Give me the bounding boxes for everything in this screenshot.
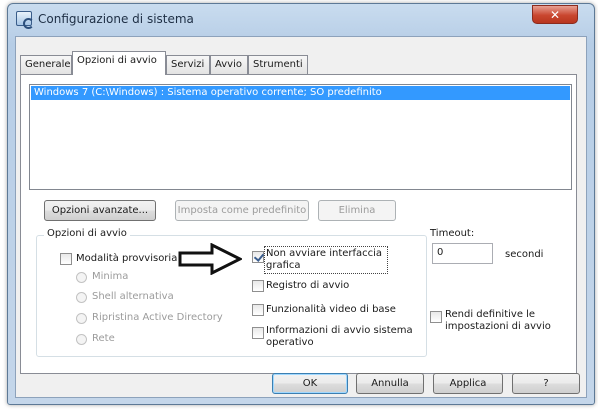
tab-strumenti[interactable]: Strumenti — [248, 55, 308, 74]
boot-options-group-label: Opzioni di avvio — [44, 228, 130, 239]
tab-avvio[interactable]: Avvio — [210, 55, 248, 74]
set-default-button[interactable]: Imposta come predefinito — [175, 200, 309, 221]
msconfig-icon — [16, 11, 34, 29]
no-gui-boot-label-line2: grafica — [266, 260, 301, 271]
boot-log-checkbox[interactable] — [252, 280, 264, 292]
boot-log-label: Registro di avvio — [266, 280, 350, 291]
radio-network[interactable] — [76, 334, 87, 345]
ok-button[interactable]: OK — [272, 373, 348, 394]
radio-alternate-shell[interactable] — [76, 292, 87, 303]
no-gui-boot-checkbox[interactable] — [252, 251, 264, 263]
os-boot-info-checkbox[interactable] — [252, 327, 264, 339]
os-boot-info-label-line1: Informazioni di avvio sistema — [266, 325, 413, 336]
radio-minimal[interactable] — [76, 272, 87, 283]
timeout-unit-label: secondi — [505, 249, 544, 260]
timeout-input[interactable]: 0 — [432, 243, 493, 264]
tab-servizi[interactable]: Servizi — [166, 55, 210, 74]
cancel-button[interactable]: Annulla — [356, 373, 424, 394]
window-title: Configurazione di sistema — [38, 12, 194, 26]
timeout-label: Timeout: — [430, 228, 475, 239]
delete-button[interactable]: Elimina — [318, 200, 396, 221]
safe-boot-checkbox[interactable] — [60, 253, 72, 265]
close-button[interactable]: ✕ — [532, 5, 578, 24]
apply-button[interactable]: Applica — [433, 373, 503, 394]
boot-entries-list[interactable]: Windows 7 (C:\Windows) : Sistema operati… — [29, 84, 572, 190]
right-arrow-icon — [178, 243, 242, 275]
make-permanent-label-line1: Rendi definitive le — [445, 309, 536, 320]
advanced-options-button[interactable]: Opzioni avanzate... — [44, 200, 156, 221]
os-boot-info-label-line2: operativo — [266, 337, 314, 348]
boot-entry-selected[interactable]: Windows 7 (C:\Windows) : Sistema operati… — [31, 86, 570, 100]
tab-generale[interactable]: Generale — [20, 55, 72, 74]
radio-ad-repair-label: Ripristina Active Directory — [92, 312, 223, 323]
radio-network-label: Rete — [92, 333, 115, 344]
base-video-checkbox[interactable] — [252, 304, 264, 316]
help-button[interactable]: ? — [512, 373, 580, 394]
radio-minimal-label: Minima — [92, 271, 129, 282]
radio-ad-repair[interactable] — [76, 313, 87, 324]
no-gui-boot-label-line1: Non avviare interfaccia — [266, 248, 383, 259]
safe-boot-label: Modalità provvisoria — [76, 253, 178, 264]
radio-alternate-shell-label: Shell alternativa — [92, 291, 174, 302]
title-bar[interactable]: Configurazione di sistema ✕ — [8, 4, 594, 34]
tab-opzioni-di-avvio[interactable]: Opzioni di avvio — [72, 51, 166, 75]
base-video-label: Funzionalità video di base — [266, 304, 396, 315]
make-permanent-checkbox[interactable] — [430, 311, 442, 323]
make-permanent-label-line2: impostazioni di avvio — [445, 321, 551, 332]
